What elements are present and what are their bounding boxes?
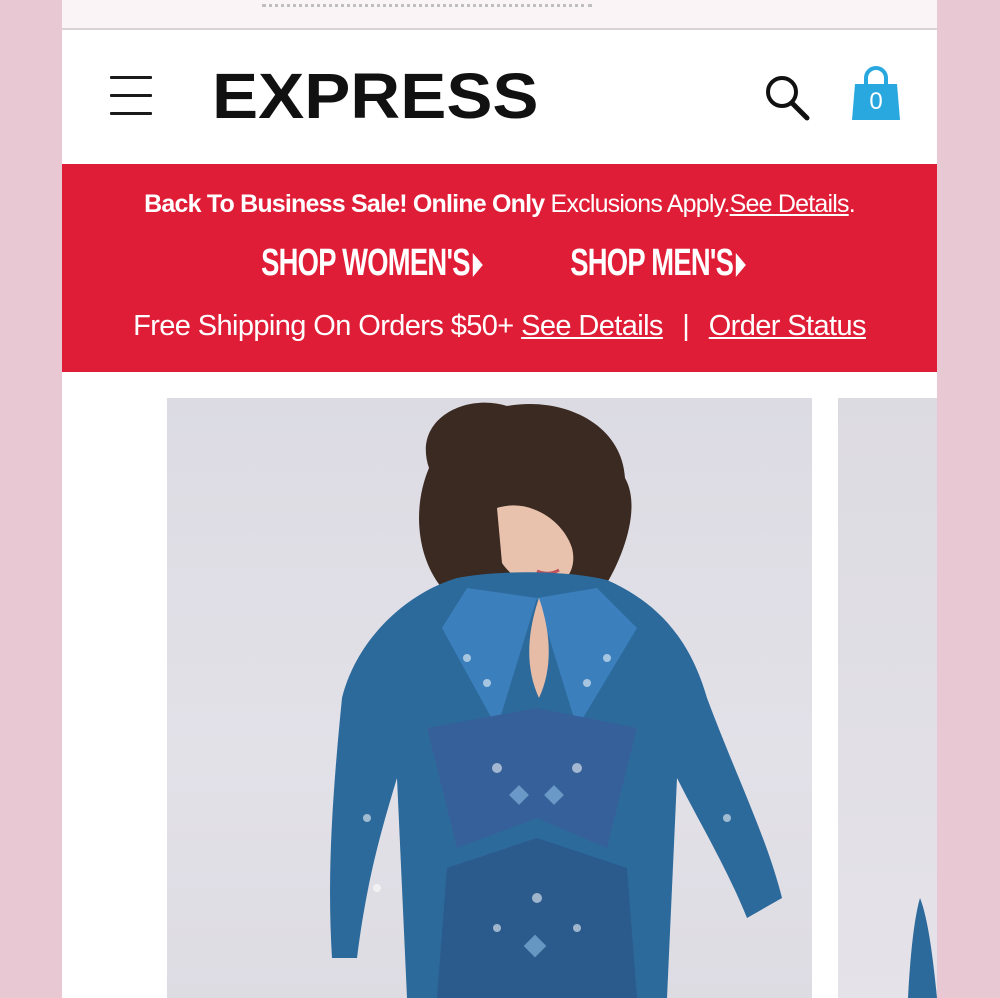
app-frame: EXPRESS 0 Back To Business Sale! Online …: [62, 0, 937, 998]
express-logo[interactable]: EXPRESS: [212, 64, 539, 128]
shop-mens-label: SHOP MEN'S: [570, 242, 735, 284]
menu-icon[interactable]: [110, 74, 152, 118]
cut-off-text: [262, 0, 592, 7]
shipping-text: Free Shipping On Orders $50+: [133, 310, 514, 342]
next-product-image[interactable]: [838, 398, 937, 998]
product-image[interactable]: [167, 398, 812, 998]
shop-links: SHOP WOMEN'S SHOP MEN'S: [62, 242, 937, 285]
site-header: EXPRESS 0: [62, 30, 937, 163]
promo-banner: Back To Business Sale! Online Only Exclu…: [62, 164, 937, 372]
link-separator: |: [682, 310, 690, 342]
shop-womens-link[interactable]: SHOP WOMEN'S: [261, 242, 483, 285]
sale-details-link[interactable]: See Details: [730, 190, 850, 218]
shipping-line: Free Shipping On Orders $50+ See Details…: [62, 310, 937, 343]
play-arrow-icon: [472, 252, 483, 277]
play-arrow-icon: [736, 252, 747, 277]
order-status-link[interactable]: Order Status: [709, 310, 867, 342]
shopping-bag-icon[interactable]: 0: [850, 66, 902, 122]
sale-exclusions: Exclusions Apply.: [550, 190, 731, 218]
sale-headline: Back To Business Sale! Online Only: [144, 190, 545, 218]
sale-period: .: [848, 190, 856, 218]
cart-count: 0: [869, 88, 883, 115]
shipping-details-link[interactable]: See Details: [521, 310, 663, 342]
shop-womens-label: SHOP WOMEN'S: [261, 242, 470, 284]
search-icon[interactable]: [762, 72, 814, 124]
sale-line: Back To Business Sale! Online Only Exclu…: [62, 190, 937, 219]
top-strip: [62, 0, 937, 30]
shop-mens-link[interactable]: SHOP MEN'S: [571, 242, 747, 285]
